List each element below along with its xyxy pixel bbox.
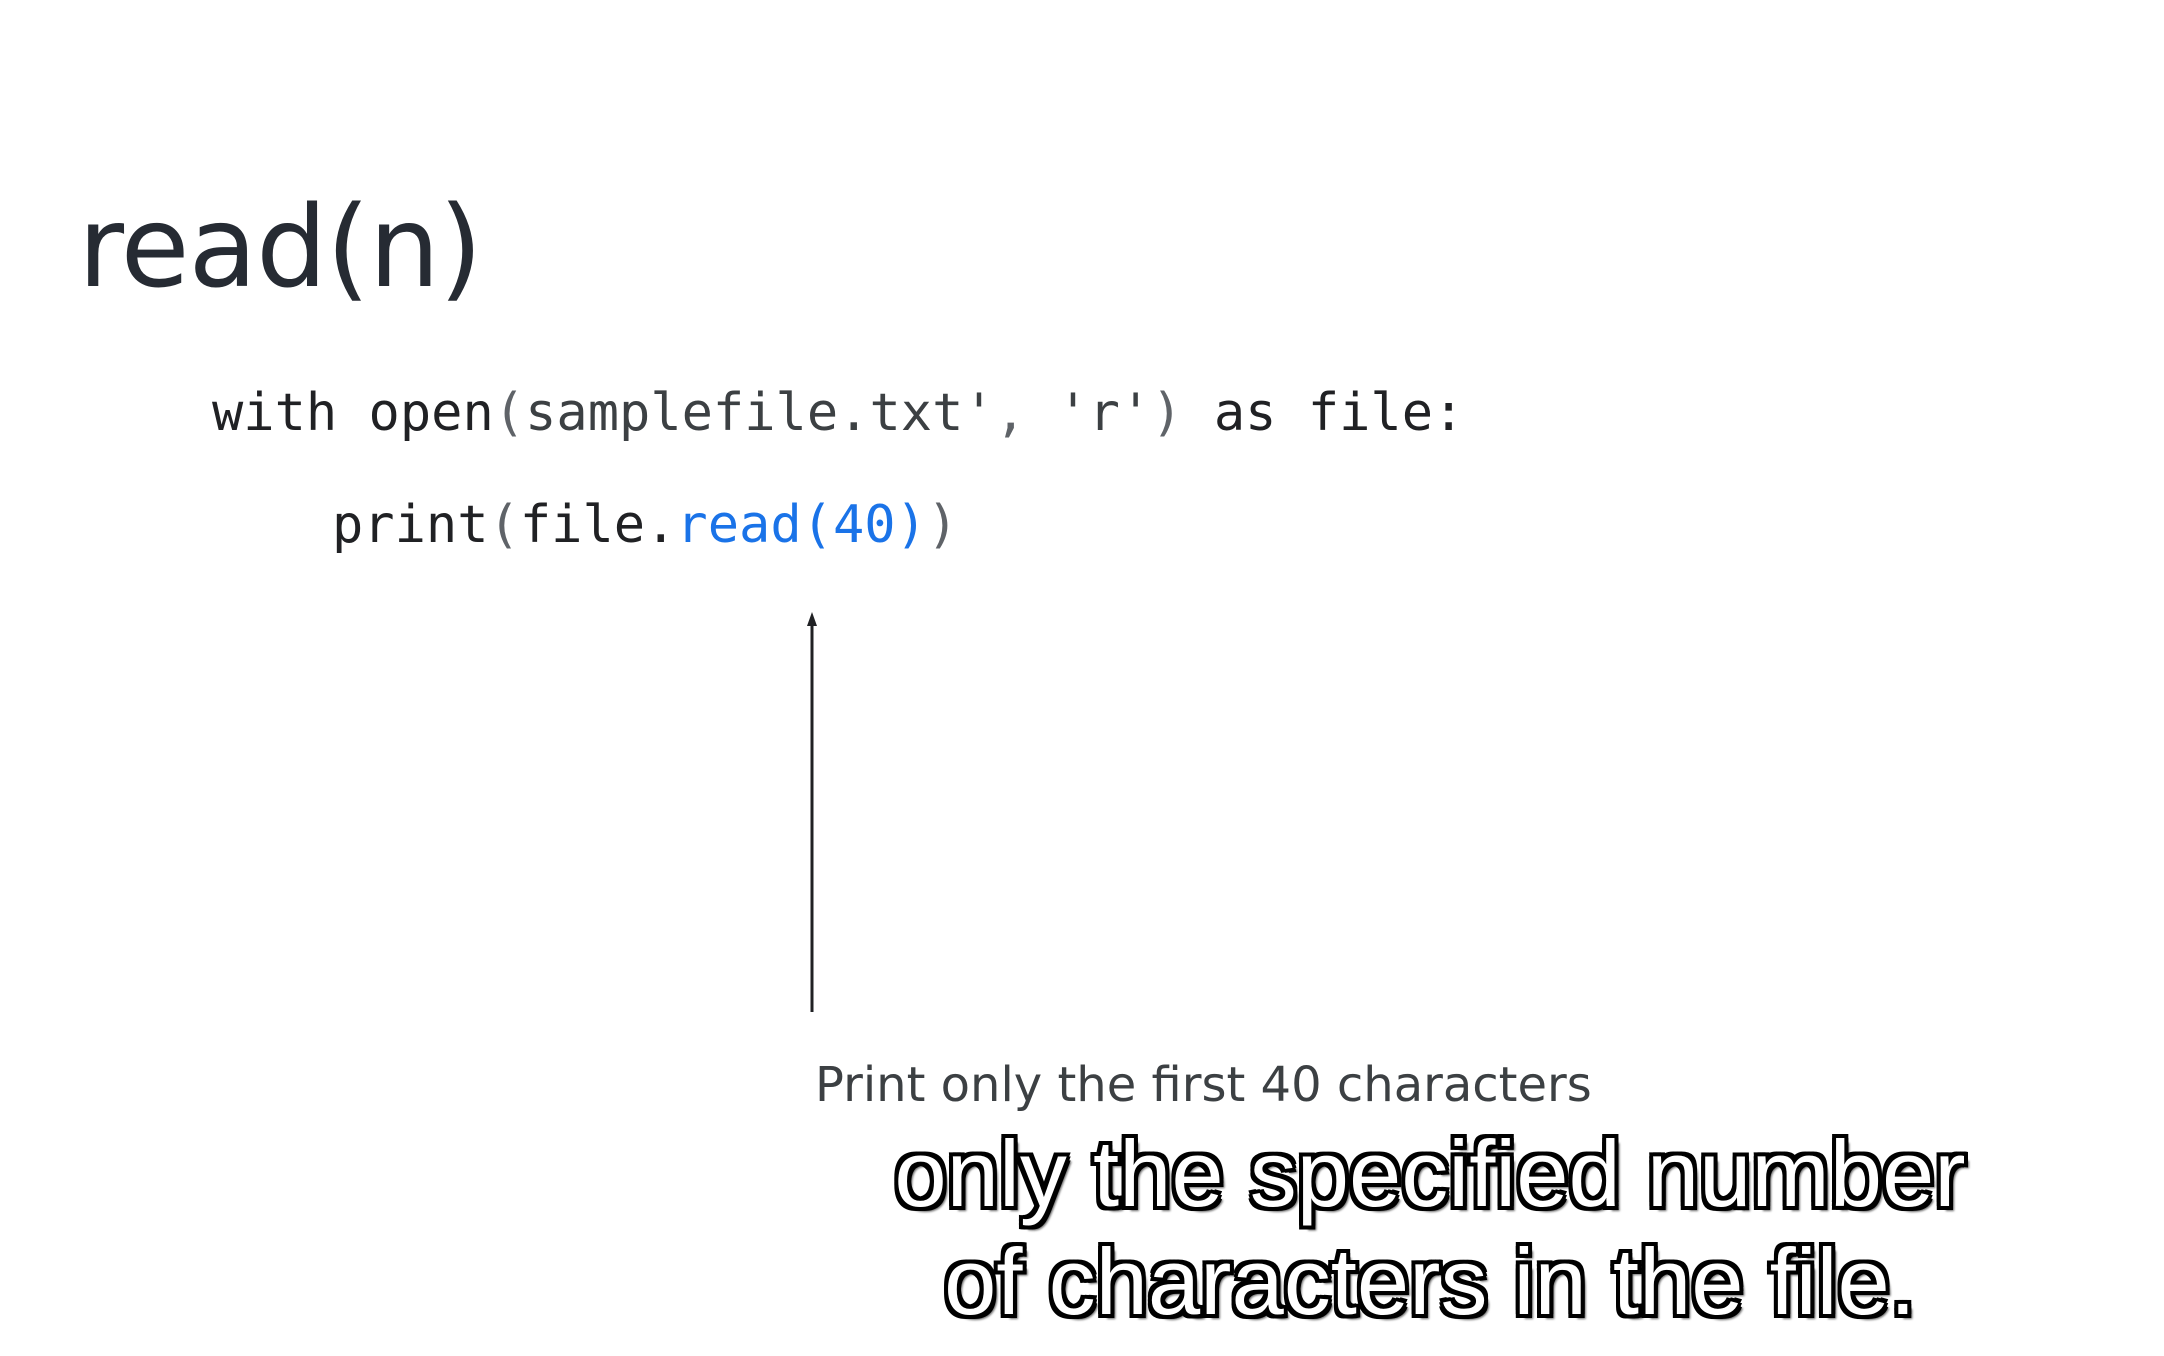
code-object-file: file. — [519, 495, 677, 555]
code-arg-filename: samplefile.txt' — [525, 383, 995, 443]
code-paren-open: ( — [488, 495, 520, 555]
code-arg-mode: 'r' — [1057, 383, 1152, 443]
subtitle-line-2: of characters in the file. — [944, 1229, 1916, 1334]
code-line-open: with open(samplefile.txt', 'r') as file: — [212, 378, 1464, 448]
code-paren-close: ) — [926, 495, 959, 555]
code-function-print: print — [332, 495, 489, 555]
code-comma: , — [994, 383, 1027, 443]
video-subtitles: only the specified number of characters … — [780, 1120, 2080, 1336]
code-line-print: print(file.read(40)) — [332, 490, 958, 560]
slide: read(n) with open(samplefile.txt', 'r') … — [0, 0, 2164, 1356]
code-variable-file: file: — [1307, 383, 1465, 443]
code-method-read: read(40) — [676, 495, 927, 555]
code-keyword-as: as — [1213, 383, 1277, 443]
up-arrow-icon — [807, 612, 817, 1012]
subtitle-line-1: only the specified number — [894, 1121, 1966, 1226]
code-paren-close: ) — [1151, 383, 1183, 443]
code-function-open: open — [368, 383, 494, 443]
code-keyword-with: with — [212, 383, 338, 443]
slide-title: read(n) — [78, 183, 483, 313]
code-paren-open: ( — [493, 383, 526, 443]
arrow-caption: Print only the first 40 characters — [815, 1057, 1592, 1113]
